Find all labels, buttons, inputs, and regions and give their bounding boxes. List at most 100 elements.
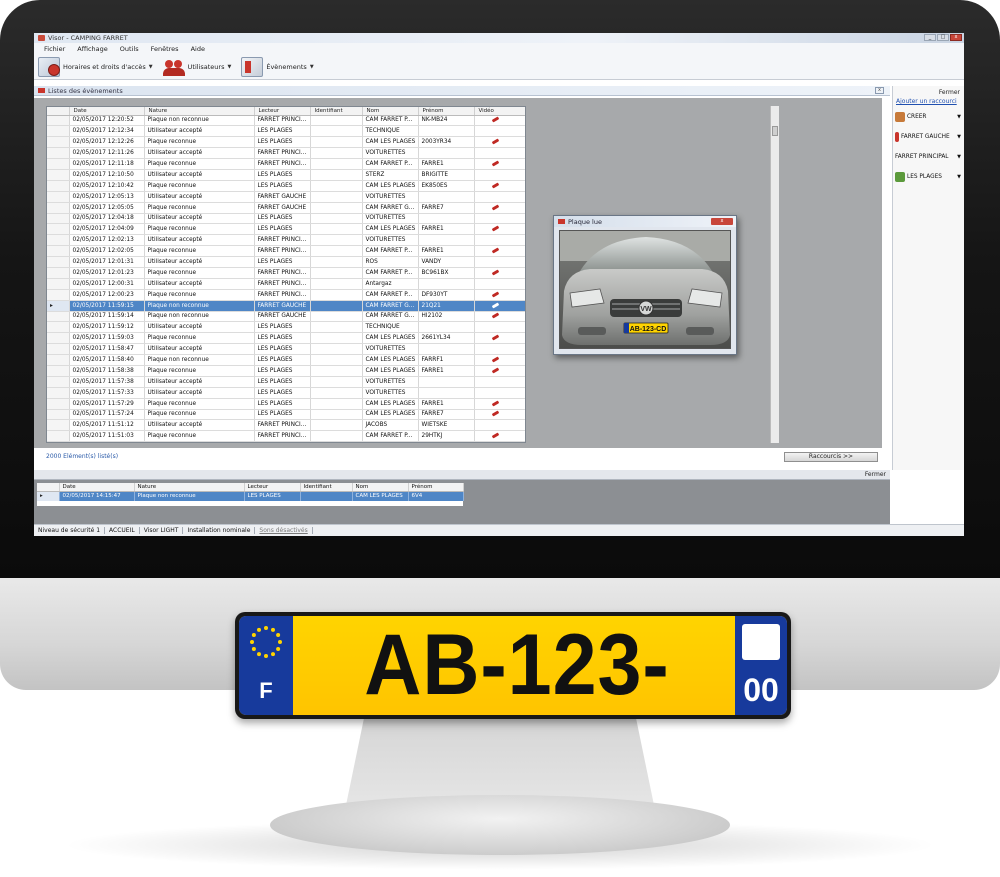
- video-cell[interactable]: [474, 300, 525, 312]
- shortcut-farret-principal[interactable]: FARRET PRINCIPAL ▼: [895, 150, 963, 164]
- video-icon[interactable]: [491, 334, 499, 341]
- row-selector[interactable]: [47, 387, 70, 399]
- column-header[interactable]: Date: [69, 107, 145, 116]
- video-icon[interactable]: [491, 432, 499, 439]
- row-selector[interactable]: [47, 354, 70, 366]
- row-selector[interactable]: [47, 169, 70, 181]
- maximize-button[interactable]: □: [937, 34, 949, 41]
- table-row[interactable]: 02/05/2017 11:57:38 Utilisateur accepté LE…: [47, 376, 525, 388]
- video-icon[interactable]: [491, 367, 499, 374]
- menu-affichage[interactable]: Affichage: [77, 45, 108, 53]
- table-row[interactable]: ▸ 02/05/2017 11:59:15 Plaque non reconnue F…: [47, 300, 525, 312]
- row-selector[interactable]: [47, 441, 70, 442]
- column-header[interactable]: Prénom: [418, 107, 475, 116]
- row-selector[interactable]: [47, 267, 70, 279]
- table-row[interactable]: ▸ 02/05/2017 14:15:47 Plaque non reconnu…: [37, 491, 464, 501]
- row-selector[interactable]: ▸: [37, 491, 60, 501]
- video-icon[interactable]: [491, 269, 499, 276]
- table-row[interactable]: 02/05/2017 12:04:18 Utilisateur accepté LE…: [47, 213, 525, 225]
- column-header[interactable]: Nom: [362, 107, 419, 116]
- table-row[interactable]: 02/05/2017 12:11:26 Utilisateur accepté FA…: [47, 147, 525, 160]
- video-cell[interactable]: [474, 332, 525, 345]
- video-icon[interactable]: [491, 116, 499, 123]
- table-row[interactable]: 02/05/2017 11:58:47 Utilisateur accepté LE…: [47, 343, 525, 356]
- table-row[interactable]: 02/05/2017 12:12:34 Utilisateur accepté LE…: [47, 125, 525, 138]
- row-selector[interactable]: [47, 343, 70, 356]
- column-header[interactable]: Vidéo: [474, 107, 525, 116]
- table-row[interactable]: 02/05/2017 11:58:38 Plaque reconnue LES PL…: [47, 365, 525, 377]
- table-row[interactable]: 02/05/2017 12:11:18 Plaque reconnue FARRET…: [47, 158, 525, 170]
- scrollbar-thumb[interactable]: [772, 126, 778, 136]
- video-icon[interactable]: [491, 410, 499, 418]
- row-selector[interactable]: [47, 398, 70, 410]
- video-cell[interactable]: [474, 115, 525, 127]
- table-row[interactable]: 02/05/2017 11:59:12 Utilisateur accepté LE…: [47, 321, 525, 334]
- shortcut-creer[interactable]: CREER ▼: [895, 110, 963, 124]
- events-scrollbar[interactable]: [770, 106, 779, 443]
- video-cell[interactable]: [474, 289, 525, 301]
- row-selector[interactable]: [47, 234, 70, 247]
- video-cell[interactable]: [474, 245, 525, 258]
- row-selector[interactable]: [47, 365, 70, 377]
- shortcut-les-plages[interactable]: LES PLAGES ▼: [895, 170, 963, 184]
- column-header[interactable]: Lecteur: [254, 107, 311, 116]
- row-selector[interactable]: [47, 256, 70, 268]
- utilisateurs-button[interactable]: Utilisateurs ▼: [162, 57, 231, 77]
- video-cell[interactable]: [474, 430, 525, 442]
- column-header[interactable]: Identifiant: [300, 483, 353, 492]
- video-cell[interactable]: [474, 223, 525, 236]
- table-row[interactable]: 02/05/2017 12:10:50 Utilisateur accepté LE…: [47, 169, 525, 181]
- video-icon[interactable]: [491, 400, 499, 407]
- row-selector[interactable]: [47, 245, 70, 258]
- table-row[interactable]: 02/05/2017 11:57:24 Plaque reconnue LES PL…: [47, 409, 525, 421]
- row-selector[interactable]: [47, 409, 70, 421]
- row-selector[interactable]: [47, 115, 70, 127]
- menu-fenetres[interactable]: Fenêtres: [151, 45, 179, 53]
- row-selector[interactable]: ▸: [47, 300, 70, 312]
- row-selector[interactable]: [47, 289, 70, 301]
- status-sound[interactable]: Sons désactivés: [255, 527, 313, 534]
- table-row[interactable]: 02/05/2017 11:59:03 Plaque reconnue LES PL…: [47, 332, 525, 345]
- table-row[interactable]: 02/05/2017 11:51:12 Utilisateur accepté FA…: [47, 419, 525, 432]
- table-row[interactable]: 02/05/2017 12:12:26 Plaque reconnue LES PL…: [47, 136, 525, 149]
- shortcut-farret-gauche[interactable]: FARRET GAUCHE ▼: [895, 130, 963, 144]
- row-selector[interactable]: [47, 376, 70, 388]
- raccourcis-button[interactable]: Raccourcis >>: [784, 452, 878, 462]
- popup-close-button[interactable]: x: [711, 218, 733, 225]
- row-selector[interactable]: [47, 223, 70, 236]
- table-row[interactable]: 02/05/2017 12:02:13 Utilisateur accepté FA…: [47, 234, 525, 247]
- video-cell[interactable]: [474, 311, 525, 323]
- video-icon[interactable]: [491, 312, 499, 320]
- row-selector[interactable]: [47, 147, 70, 160]
- video-icon[interactable]: [491, 204, 499, 211]
- row-selector[interactable]: [47, 311, 70, 323]
- table-row[interactable]: 02/05/2017 11:51:03 Plaque reconnue FARRET…: [47, 430, 525, 442]
- evenements-button[interactable]: Évènements ▼: [241, 56, 314, 77]
- table-row[interactable]: 02/05/2017 11:51:00Plaque non reconnueFA…: [47, 441, 525, 442]
- row-selector[interactable]: [47, 158, 70, 170]
- column-header[interactable]: Nom: [352, 483, 409, 492]
- video-cell[interactable]: [474, 158, 525, 170]
- video-cell[interactable]: [474, 267, 525, 279]
- table-row[interactable]: 02/05/2017 12:01:31 Utilisateur accepté LE…: [47, 256, 525, 268]
- table-row[interactable]: 02/05/2017 12:05:13 Utilisateur accepté FA…: [47, 191, 525, 203]
- video-cell[interactable]: [474, 180, 525, 192]
- close-button[interactable]: x: [950, 34, 962, 41]
- video-icon[interactable]: [491, 138, 499, 145]
- row-selector[interactable]: [47, 191, 70, 203]
- shortcuts-close-link[interactable]: Fermer: [939, 89, 960, 96]
- table-row[interactable]: 02/05/2017 12:20:52 Plaque non reconnue FA…: [47, 115, 525, 127]
- table-row[interactable]: 02/05/2017 12:00:31 Utilisateur accepté FA…: [47, 278, 525, 290]
- video-cell[interactable]: [474, 202, 525, 214]
- video-icon[interactable]: [491, 225, 499, 232]
- table-row[interactable]: 02/05/2017 12:01:23 Plaque reconnue FARRET…: [47, 267, 525, 279]
- table-row[interactable]: 02/05/2017 12:02:05 Plaque reconnue FARRET…: [47, 245, 525, 258]
- column-header[interactable]: Date: [59, 483, 135, 492]
- video-icon[interactable]: [491, 247, 499, 254]
- table-row[interactable]: 02/05/2017 11:57:33 Utilisateur accepté LE…: [47, 387, 525, 399]
- column-header[interactable]: Lecteur: [244, 483, 301, 492]
- video-icon[interactable]: [491, 302, 499, 309]
- row-selector[interactable]: [47, 430, 70, 442]
- minimize-button[interactable]: _: [924, 34, 936, 41]
- video-cell[interactable]: [474, 441, 525, 442]
